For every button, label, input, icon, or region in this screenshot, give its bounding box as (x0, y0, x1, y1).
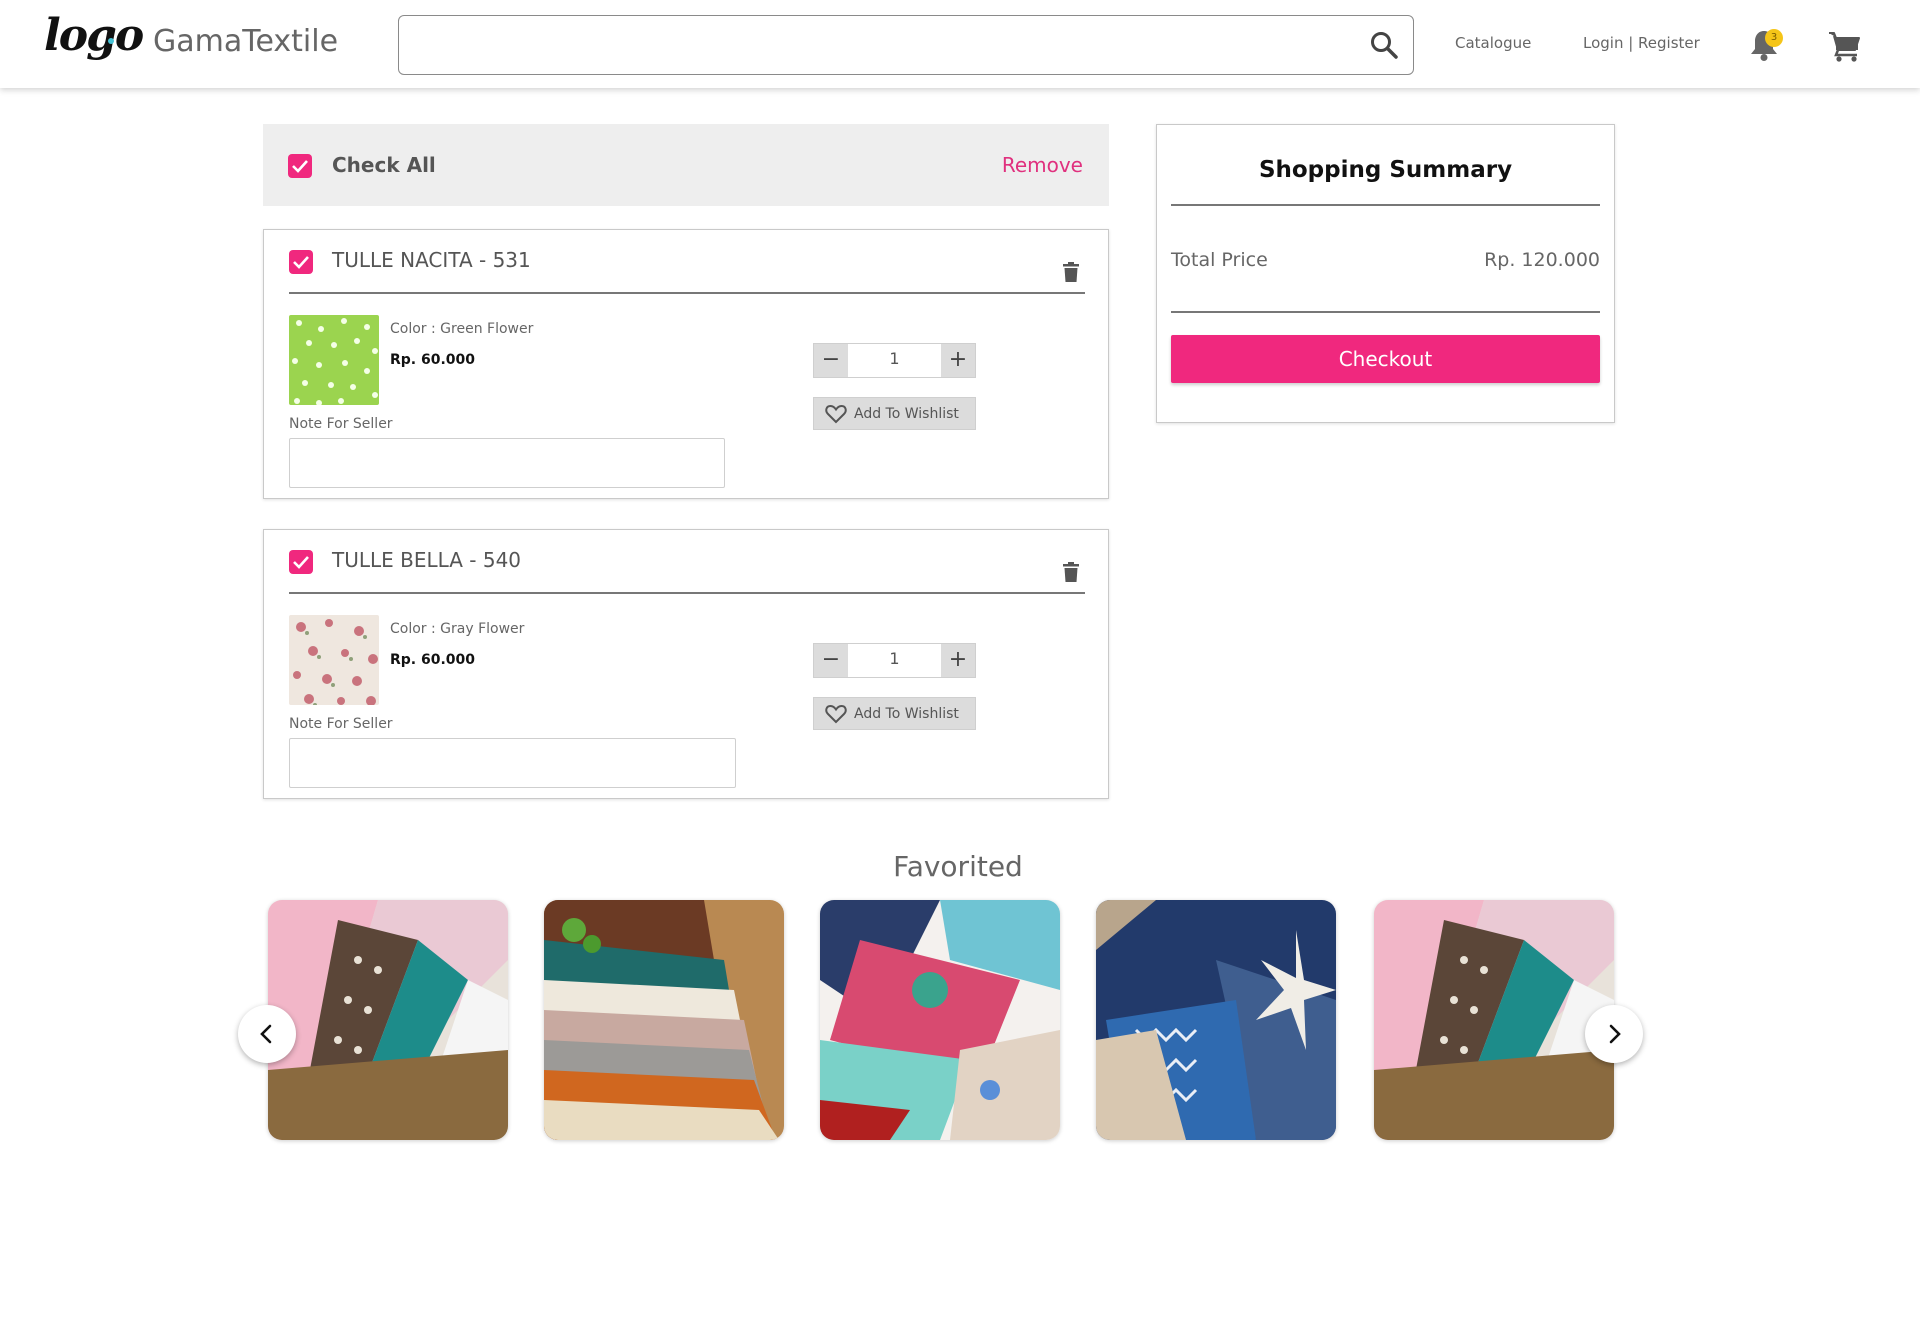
search-icon[interactable] (1369, 30, 1399, 60)
remove-button[interactable]: Remove (1002, 153, 1083, 177)
carousel-next-button[interactable] (1585, 1005, 1643, 1063)
wishlist-label: Add To Wishlist (854, 706, 959, 722)
decrease-quantity-button[interactable]: − (814, 644, 848, 677)
note-for-seller-input[interactable] (289, 438, 725, 488)
patterned-fabric-photo (820, 900, 1060, 1140)
checkmark-icon (293, 556, 309, 569)
item-title[interactable]: TULLE BELLA - 540 (332, 548, 521, 572)
item-checkbox[interactable] (289, 250, 313, 274)
cart-item-card: TULLE NACITA - 531 Color : Green Flower … (263, 229, 1109, 499)
chevron-right-icon (1609, 1024, 1621, 1044)
shopping-summary-panel: Shopping Summary Total Price Rp. 120.000… (1156, 124, 1615, 423)
decrease-quantity-button[interactable]: − (814, 344, 848, 377)
trash-icon[interactable] (1063, 262, 1079, 282)
brand-name[interactable]: GamaTextile (153, 24, 338, 59)
note-for-seller-input[interactable] (289, 738, 736, 788)
quantity-value[interactable]: 1 (848, 344, 941, 377)
linen-stack-photo (544, 900, 784, 1140)
divider (1171, 204, 1600, 206)
increase-quantity-button[interactable]: + (941, 644, 975, 677)
favorited-product-image[interactable] (820, 900, 1060, 1140)
quantity-stepper: − 1 + (813, 643, 976, 678)
checkmark-icon (293, 256, 309, 269)
carousel-prev-button[interactable] (238, 1005, 296, 1063)
notification-badge: 3 (1765, 29, 1783, 47)
product-image[interactable] (289, 615, 379, 705)
search-bar[interactable] (398, 15, 1414, 75)
total-price-value: Rp. 120.000 (1484, 249, 1600, 271)
fabric-stack-photo (268, 900, 508, 1140)
heart-icon (825, 704, 847, 724)
wishlist-label: Add To Wishlist (854, 406, 959, 422)
divider (289, 292, 1085, 294)
summary-title: Shopping Summary (1258, 157, 1513, 183)
green-flower-fabric-image (289, 315, 379, 405)
item-price: Rp. 60.000 (390, 352, 476, 368)
item-color: Color : Green Flower (390, 321, 534, 337)
checkmark-icon (292, 160, 308, 173)
increase-quantity-button[interactable]: + (941, 344, 975, 377)
note-label: Note For Seller (289, 716, 393, 732)
heart-icon (825, 404, 847, 424)
add-to-wishlist-button[interactable]: Add To Wishlist (813, 397, 976, 430)
fabric-stack-photo (1374, 900, 1614, 1140)
nav-catalogue[interactable]: Catalogue (1455, 34, 1531, 52)
cart-item-card: TULLE BELLA - 540 Color : Gray Flower Rp… (263, 529, 1109, 799)
divider (1171, 311, 1600, 313)
trash-icon[interactable] (1063, 562, 1079, 582)
gray-flower-fabric-image (289, 615, 379, 705)
item-title[interactable]: TULLE NACITA - 531 (332, 248, 531, 272)
note-label: Note For Seller (289, 416, 393, 432)
total-price-label: Total Price (1171, 249, 1268, 271)
favorited-product-image[interactable] (1096, 900, 1336, 1140)
favorited-product-image[interactable] (1374, 900, 1614, 1140)
favorited-heading: Favorited (893, 850, 1023, 883)
item-checkbox[interactable] (289, 550, 313, 574)
quantity-value[interactable]: 1 (848, 644, 941, 677)
item-price: Rp. 60.000 (390, 652, 476, 668)
check-all-bar: Check All Remove (263, 124, 1109, 206)
add-to-wishlist-button[interactable]: Add To Wishlist (813, 697, 976, 730)
starfish-fabric-photo (1096, 900, 1336, 1140)
nav-login-register[interactable]: Login | Register (1583, 34, 1700, 52)
check-all-checkbox[interactable] (288, 154, 312, 178)
favorited-product-image[interactable] (544, 900, 784, 1140)
item-color: Color : Gray Flower (390, 621, 525, 637)
check-all-label: Check All (332, 153, 436, 177)
logo-text: logo (44, 10, 144, 61)
cart-icon[interactable] (1828, 30, 1862, 62)
checkout-button[interactable]: Checkout (1171, 335, 1600, 383)
top-nav-bar: logo GamaTextile Catalogue Login | Regis… (0, 0, 1920, 88)
favorited-product-image[interactable] (268, 900, 508, 1140)
logo-dot (108, 38, 114, 44)
divider (289, 592, 1085, 594)
product-image[interactable] (289, 315, 379, 405)
quantity-stepper: − 1 + (813, 343, 976, 378)
chevron-left-icon (260, 1024, 272, 1044)
search-input[interactable] (413, 26, 1343, 64)
logo[interactable]: logo (44, 10, 144, 80)
